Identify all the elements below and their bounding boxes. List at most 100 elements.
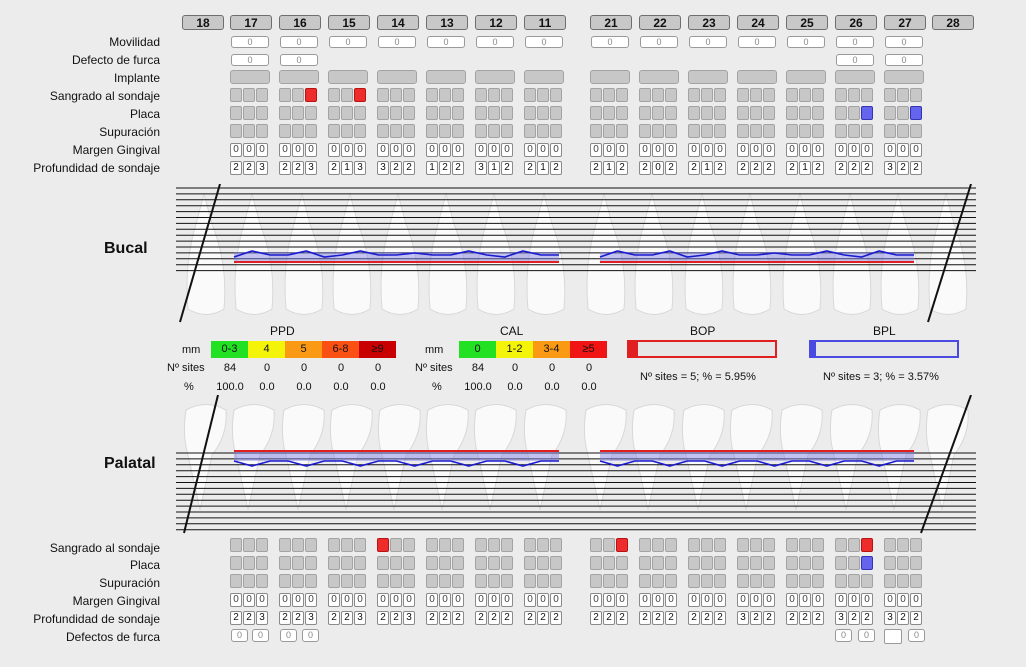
plaque-site[interactable] [701, 556, 713, 570]
suppuration-site[interactable] [786, 574, 798, 588]
bop-site[interactable] [590, 538, 602, 552]
implant-toggle[interactable] [328, 70, 368, 84]
plaque-site[interactable] [341, 556, 353, 570]
suppuration-site[interactable] [799, 124, 811, 138]
probing-depth-field[interactable]: 2 [848, 611, 860, 625]
bop-site[interactable] [665, 538, 677, 552]
probing-depth-field[interactable]: 2 [328, 161, 340, 175]
plaque-site[interactable] [861, 106, 873, 120]
plaque-site[interactable] [488, 556, 500, 570]
furcation-field[interactable]: 0 [302, 629, 319, 642]
probing-depth-field[interactable]: 2 [786, 161, 798, 175]
plaque-site[interactable] [861, 556, 873, 570]
probing-depth-field[interactable]: 2 [737, 161, 749, 175]
gingival-margin-field[interactable]: 0 [639, 143, 651, 157]
probing-depth-field[interactable]: 2 [524, 611, 536, 625]
gingival-margin-field[interactable]: 0 [639, 593, 651, 607]
probing-depth-field[interactable]: 2 [652, 611, 664, 625]
plaque-site[interactable] [786, 556, 798, 570]
plaque-site[interactable] [341, 106, 353, 120]
gingival-margin-field[interactable]: 0 [701, 593, 713, 607]
tooth-number-27[interactable]: 27 [884, 15, 926, 30]
suppuration-site[interactable] [537, 574, 549, 588]
bop-site[interactable] [341, 88, 353, 102]
plaque-site[interactable] [737, 106, 749, 120]
furcation-field[interactable]: 0 [231, 629, 248, 642]
suppuration-site[interactable] [812, 124, 824, 138]
tooth-number-28[interactable]: 28 [932, 15, 974, 30]
bop-site[interactable] [550, 88, 562, 102]
probing-depth-field[interactable]: 2 [848, 161, 860, 175]
probing-depth-field[interactable]: 1 [701, 161, 713, 175]
probing-depth-field[interactable]: 2 [590, 611, 602, 625]
plaque-site[interactable] [665, 556, 677, 570]
suppuration-site[interactable] [292, 124, 304, 138]
tooth-number-16[interactable]: 16 [279, 15, 321, 30]
plaque-site[interactable] [910, 556, 922, 570]
probing-depth-field[interactable]: 2 [501, 611, 513, 625]
gingival-margin-field[interactable]: 0 [737, 593, 749, 607]
suppuration-site[interactable] [256, 574, 268, 588]
plaque-site[interactable] [590, 556, 602, 570]
implant-toggle[interactable] [786, 70, 826, 84]
probing-depth-field[interactable]: 2 [910, 161, 922, 175]
bop-site[interactable] [377, 538, 389, 552]
bop-site[interactable] [488, 88, 500, 102]
suppuration-site[interactable] [714, 574, 726, 588]
plaque-site[interactable] [390, 106, 402, 120]
plaque-site[interactable] [763, 106, 775, 120]
gingival-margin-field[interactable]: 0 [305, 143, 317, 157]
bop-site[interactable] [292, 538, 304, 552]
implant-toggle[interactable] [475, 70, 515, 84]
gingival-margin-field[interactable]: 0 [550, 143, 562, 157]
tooth-number-11[interactable]: 11 [524, 15, 566, 30]
suppuration-site[interactable] [377, 124, 389, 138]
probing-depth-field[interactable]: 2 [603, 611, 615, 625]
probing-depth-field[interactable]: 2 [341, 611, 353, 625]
bop-site[interactable] [616, 538, 628, 552]
gingival-margin-field[interactable]: 0 [279, 593, 291, 607]
gingival-margin-field[interactable]: 0 [835, 143, 847, 157]
suppuration-site[interactable] [590, 574, 602, 588]
gingival-margin-field[interactable]: 0 [439, 593, 451, 607]
gingival-margin-field[interactable]: 0 [537, 143, 549, 157]
probing-depth-field[interactable]: 2 [861, 161, 873, 175]
probing-depth-field[interactable]: 2 [861, 611, 873, 625]
gingival-margin-field[interactable]: 0 [786, 143, 798, 157]
bop-site[interactable] [390, 88, 402, 102]
suppuration-site[interactable] [616, 124, 628, 138]
implant-toggle[interactable] [279, 70, 319, 84]
suppuration-site[interactable] [897, 574, 909, 588]
plaque-site[interactable] [524, 106, 536, 120]
suppuration-site[interactable] [292, 574, 304, 588]
suppuration-site[interactable] [426, 124, 438, 138]
suppuration-site[interactable] [537, 124, 549, 138]
gingival-margin-field[interactable]: 0 [475, 593, 487, 607]
gingival-margin-field[interactable]: 0 [452, 593, 464, 607]
suppuration-site[interactable] [639, 124, 651, 138]
probing-depth-field[interactable]: 3 [475, 161, 487, 175]
implant-toggle[interactable] [590, 70, 630, 84]
suppuration-site[interactable] [897, 124, 909, 138]
suppuration-site[interactable] [279, 574, 291, 588]
gingival-margin-field[interactable]: 0 [501, 143, 513, 157]
suppuration-site[interactable] [861, 574, 873, 588]
bop-site[interactable] [292, 88, 304, 102]
plaque-site[interactable] [701, 106, 713, 120]
plaque-site[interactable] [786, 106, 798, 120]
plaque-site[interactable] [279, 556, 291, 570]
probing-depth-field[interactable]: 2 [750, 161, 762, 175]
plaque-site[interactable] [292, 106, 304, 120]
probing-depth-field[interactable]: 2 [279, 611, 291, 625]
suppuration-site[interactable] [550, 124, 562, 138]
gingival-margin-field[interactable]: 0 [701, 143, 713, 157]
plaque-site[interactable] [305, 556, 317, 570]
mobility-field[interactable]: 0 [689, 36, 727, 48]
gingival-margin-field[interactable]: 0 [688, 593, 700, 607]
bop-site[interactable] [537, 538, 549, 552]
suppuration-site[interactable] [230, 124, 242, 138]
plaque-site[interactable] [737, 556, 749, 570]
probing-depth-field[interactable]: 2 [897, 161, 909, 175]
suppuration-site[interactable] [665, 574, 677, 588]
probing-depth-field[interactable]: 3 [256, 611, 268, 625]
